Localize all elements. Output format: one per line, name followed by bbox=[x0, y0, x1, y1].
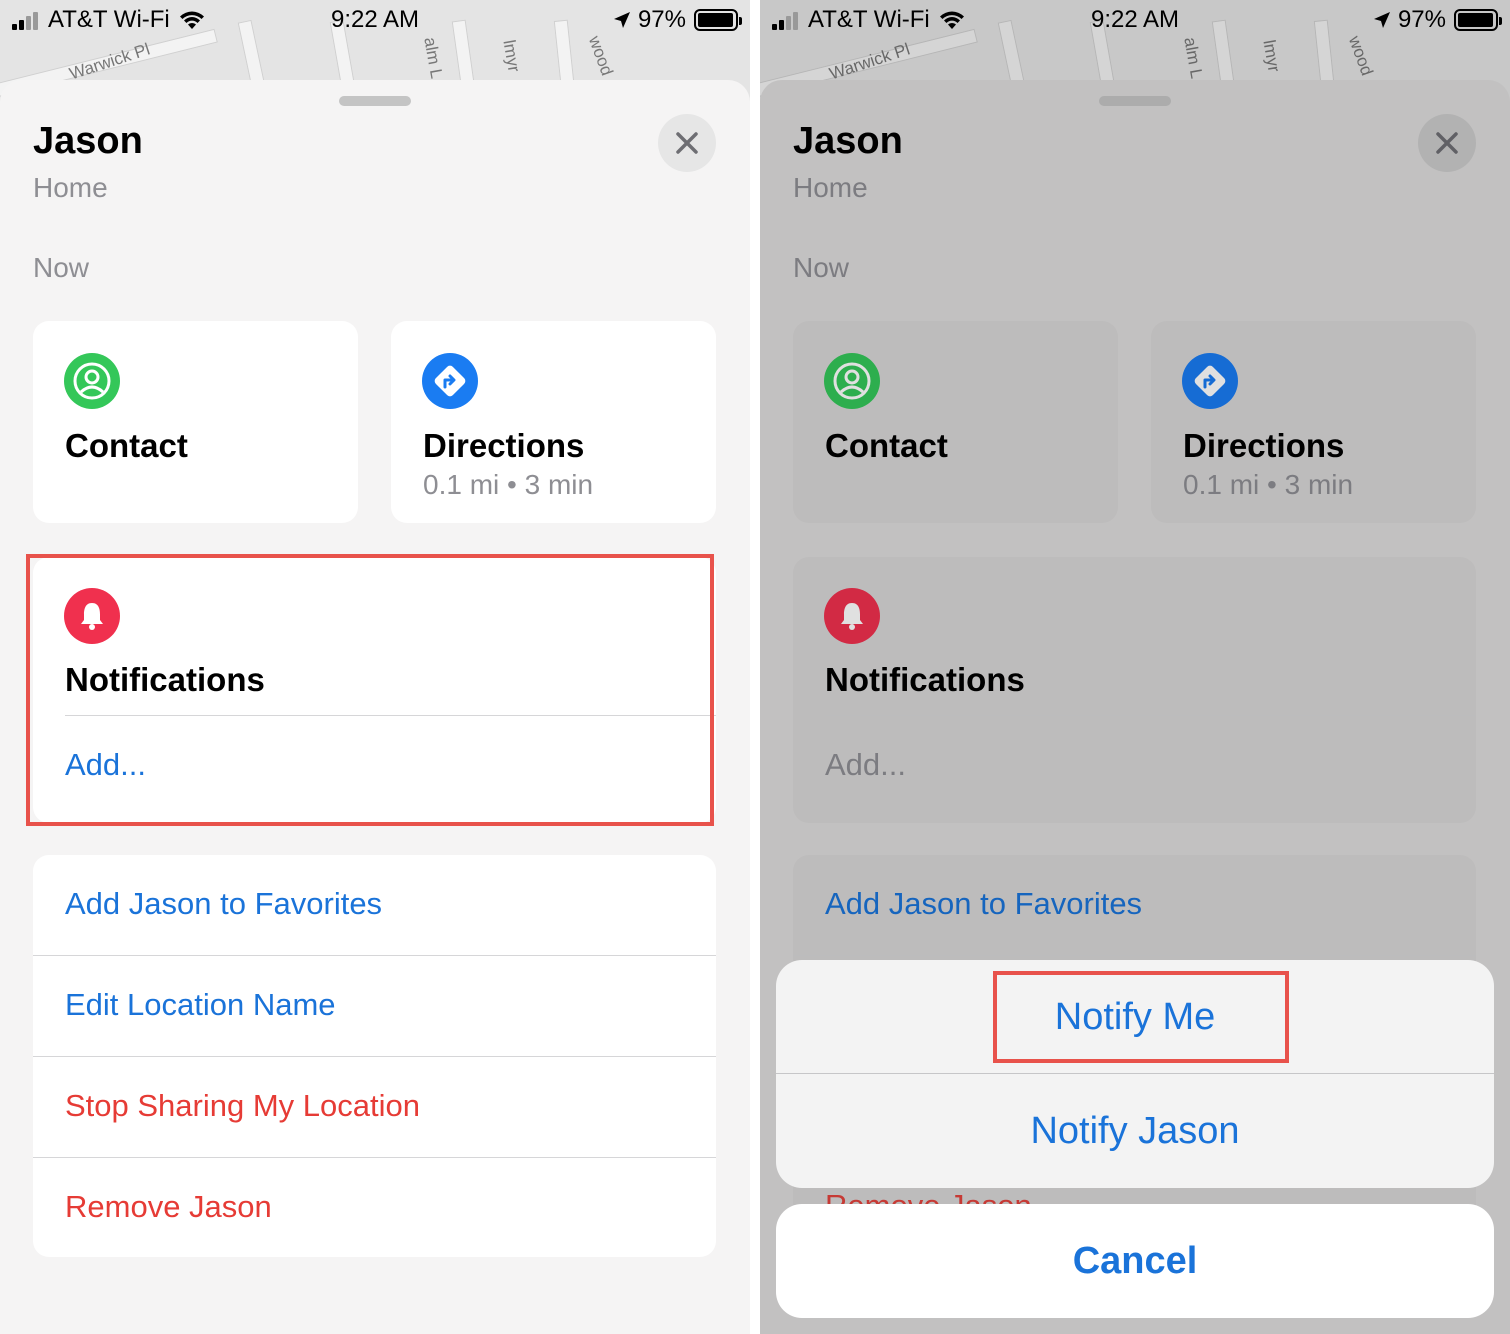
action-label: Remove Jason bbox=[65, 1189, 272, 1224]
highlight-box bbox=[993, 971, 1289, 1063]
status-bar: AT&T Wi-Fi 9:22 AM 97% bbox=[0, 0, 750, 40]
add-to-favorites-button[interactable]: Add Jason to Favorites bbox=[33, 855, 716, 956]
directions-info: 0.1 mi • 3 min bbox=[423, 469, 594, 500]
street-label: lmyr bbox=[499, 38, 524, 74]
directions-card[interactable]: Directions 0.1 mi • 3 min bbox=[391, 321, 716, 523]
battery-icon bbox=[694, 9, 742, 31]
directions-arrow-icon bbox=[422, 353, 478, 409]
actions-list: Add Jason to Favorites Edit Location Nam… bbox=[33, 855, 716, 1257]
location-arrow-icon bbox=[1373, 12, 1390, 28]
street-label: alm L bbox=[420, 35, 447, 81]
screen-before: Warwick Pl alm L lmyr wood AT&T Wi-Fi 9:… bbox=[0, 0, 750, 1334]
sheet-grabber[interactable] bbox=[339, 96, 411, 106]
contact-label: Contact bbox=[65, 427, 188, 464]
battery-percent: 97% bbox=[1397, 6, 1446, 33]
remove-person-peek: Remove Jason bbox=[825, 1186, 1032, 1204]
remove-person-button[interactable]: Remove Jason bbox=[33, 1158, 716, 1259]
action-label: Edit Location Name bbox=[65, 987, 336, 1022]
edit-location-name-button[interactable]: Edit Location Name bbox=[33, 956, 716, 1057]
notification-action-sheet: Notify Me Notify Jason bbox=[776, 960, 1494, 1188]
person-detail-sheet: Jason Home Now Contact Directions 0.1 mi… bbox=[0, 80, 750, 1334]
action-label: Stop Sharing My Location bbox=[65, 1088, 420, 1123]
location-arrow-icon bbox=[613, 12, 630, 28]
screen-after: Warwick Pl alm L lmyr wood AT&T Wi-Fi 9:… bbox=[760, 0, 1510, 1334]
stop-sharing-button[interactable]: Stop Sharing My Location bbox=[33, 1057, 716, 1158]
status-bar: AT&T Wi-Fi 9:22 AM 97% bbox=[760, 0, 1510, 40]
battery-icon bbox=[1454, 9, 1502, 31]
close-icon bbox=[676, 132, 698, 154]
contact-card[interactable]: Contact bbox=[33, 321, 358, 523]
person-name: Jason bbox=[33, 120, 143, 162]
street-label: Warwick Pl bbox=[66, 39, 153, 84]
action-label: Add Jason to Favorites bbox=[65, 886, 383, 921]
directions-label: Directions bbox=[423, 427, 585, 464]
highlight-box bbox=[26, 554, 714, 826]
screenshot-divider bbox=[750, 0, 760, 1334]
person-circle-icon bbox=[64, 353, 120, 409]
street-label: wood bbox=[584, 33, 617, 79]
person-location: Home bbox=[33, 172, 108, 203]
notify-person-button[interactable]: Notify Jason bbox=[776, 1074, 1494, 1188]
battery-percent: 97% bbox=[637, 6, 686, 33]
close-button[interactable] bbox=[658, 114, 716, 172]
cancel-button[interactable]: Cancel bbox=[776, 1204, 1494, 1318]
last-updated: Now bbox=[33, 252, 90, 283]
